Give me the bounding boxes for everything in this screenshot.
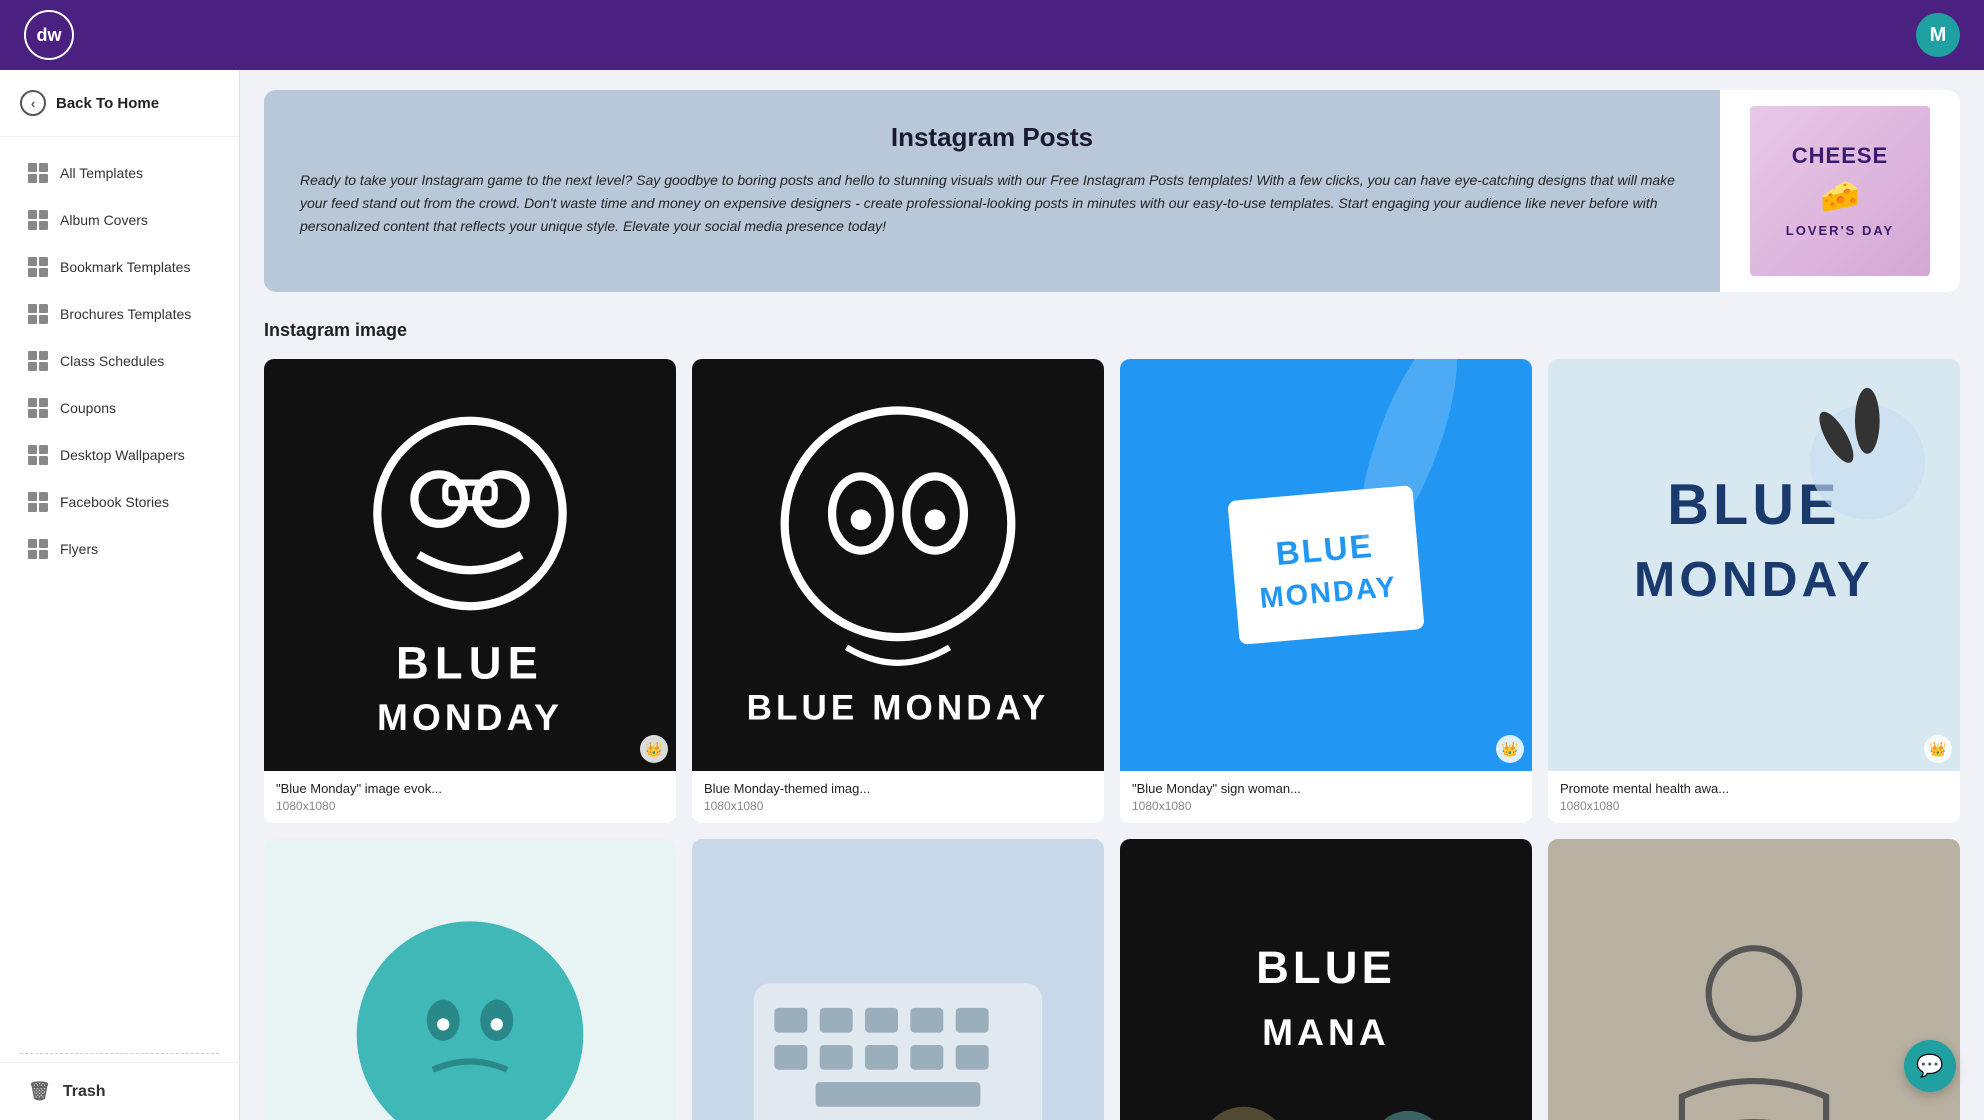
crown-badge: 👑: [1924, 735, 1952, 763]
chat-button[interactable]: 💬: [1904, 1040, 1956, 1092]
sidebar-item-bookmark-templates[interactable]: Bookmark Templates: [8, 244, 231, 290]
template-info: Blue Monday-themed imag... 1080x1080: [692, 771, 1104, 823]
svg-text:MONDAY: MONDAY: [1634, 552, 1874, 607]
grid-icon: [28, 539, 48, 559]
app-logo[interactable]: dw: [24, 10, 74, 60]
template-info: "Blue Monday" image evok... 1080x1080: [264, 771, 676, 823]
sidebar-item-label: Desktop Wallpapers: [60, 447, 185, 463]
logo-text: dw: [37, 25, 62, 46]
template-card-bm8[interactable]: COMMUNITY MANAGER Community Manager... 1…: [1548, 839, 1960, 1120]
sidebar-item-label: All Templates: [60, 165, 143, 181]
template-thumbnail: BLUE MONDAY 👑: [264, 359, 676, 771]
template-card-bm1[interactable]: BLUE MONDAY 👑 "Blue Monday" image evok..…: [264, 359, 676, 823]
section-title: Instagram image: [264, 320, 1960, 341]
back-label: Back To Home: [56, 95, 159, 112]
sidebar-item-album-covers[interactable]: Album Covers: [8, 197, 231, 243]
avatar-letter: M: [1930, 24, 1947, 47]
back-arrow-icon: ‹: [20, 90, 46, 116]
grid-icon: [28, 492, 48, 512]
preview-grater-icon: 🧀: [1820, 177, 1860, 215]
grid-icon: [28, 398, 48, 418]
hero-title: Instagram Posts: [300, 122, 1684, 153]
template-thumbnail: COMMUNITY MANAGER: [1548, 839, 1960, 1120]
trash-button[interactable]: 🗑 Trash: [0, 1062, 239, 1120]
grid-icon: [28, 445, 48, 465]
grid-icon: [28, 351, 48, 371]
template-card-bm2[interactable]: BLUE MONDAY Blue Monday-themed imag... 1…: [692, 359, 1104, 823]
chat-icon: 💬: [1916, 1053, 1943, 1079]
template-name: "Blue Monday" image evok...: [276, 781, 664, 796]
sidebar-item-label: Flyers: [60, 541, 98, 557]
template-card-bm6[interactable]: Blue Monday keyboard... 1080x1080: [692, 839, 1104, 1120]
template-info: Promote mental health awa... 1080x1080: [1548, 771, 1960, 823]
template-size: 1080x1080: [704, 799, 1092, 813]
crown-badge: 👑: [640, 735, 668, 763]
template-thumbnail: BLUE MONDAY: [692, 359, 1104, 771]
grid-icon: [28, 210, 48, 230]
template-card-bm3[interactable]: BLUE MONDAY 👑 "Blue Monday" sign woman..…: [1120, 359, 1532, 823]
sidebar-item-desktop-wallpapers[interactable]: Desktop Wallpapers: [8, 432, 231, 478]
hero-text-area: Instagram Posts Ready to take your Insta…: [264, 90, 1720, 292]
sidebar-item-label: Facebook Stories: [60, 494, 169, 510]
sidebar-item-brochures-templates[interactable]: Brochures Templates: [8, 291, 231, 337]
template-size: 1080x1080: [1560, 799, 1948, 813]
hero-preview-card: CHEESE 🧀 LOVER'S DAY: [1750, 106, 1930, 276]
hero-preview: CHEESE 🧀 LOVER'S DAY: [1720, 90, 1960, 292]
template-thumbnail: [692, 839, 1104, 1120]
svg-text:BLUE: BLUE: [1256, 942, 1396, 993]
sidebar-divider: [20, 1053, 219, 1054]
template-thumbnail: BLUE MONDAY 👑: [1548, 359, 1960, 771]
sidebar-item-coupons[interactable]: Coupons: [8, 385, 231, 431]
template-thumbnail: BLUE MANA: [1120, 839, 1532, 1120]
template-name: Blue Monday-themed imag...: [704, 781, 1092, 796]
grid-icon: [28, 257, 48, 277]
sidebar-item-label: Brochures Templates: [60, 306, 191, 322]
back-to-home-button[interactable]: ‹ Back To Home: [0, 70, 239, 137]
template-size: 1080x1080: [1132, 799, 1520, 813]
trash-label: Trash: [63, 1083, 106, 1101]
preview-subtitle: LOVER'S DAY: [1786, 223, 1894, 238]
sidebar-item-all-templates[interactable]: All Templates: [8, 150, 231, 196]
grid-icon: [28, 163, 48, 183]
sidebar-item-flyers[interactable]: Flyers: [8, 526, 231, 572]
sidebar-item-label: Coupons: [60, 400, 116, 416]
main-content: Instagram Posts Ready to take your Insta…: [240, 70, 1984, 1120]
sidebar-item-label: Bookmark Templates: [60, 259, 190, 275]
preview-title: CHEESE: [1792, 144, 1888, 168]
template-name: "Blue Monday" sign woman...: [1132, 781, 1520, 796]
template-card-bm4[interactable]: BLUE MONDAY 👑 Promote mental health awa.…: [1548, 359, 1960, 823]
template-card-bm5[interactable]: BLUE Blue Monday sad face... 1080x1080: [264, 839, 676, 1120]
sidebar-item-label: Album Covers: [60, 212, 148, 228]
template-name: Promote mental health awa...: [1560, 781, 1948, 796]
template-grid: BLUE MONDAY 👑 "Blue Monday" image evok..…: [264, 359, 1960, 1120]
template-thumbnail: BLUE MONDAY 👑: [1120, 359, 1532, 771]
grid-icon: [28, 304, 48, 324]
sidebar-item-label: Class Schedules: [60, 353, 164, 369]
sidebar: ‹ Back To Home All Templates Album Cover…: [0, 70, 240, 1120]
app-header: dw M: [0, 0, 1984, 70]
hero-banner: Instagram Posts Ready to take your Insta…: [264, 90, 1960, 292]
main-layout: ‹ Back To Home All Templates Album Cover…: [0, 70, 1984, 1120]
template-card-bm7[interactable]: BLUE MANA Blue Monday dark... 1080x1080: [1120, 839, 1532, 1120]
template-thumbnail: BLUE: [264, 839, 676, 1120]
hero-description: Ready to take your Instagram game to the…: [300, 169, 1684, 238]
sidebar-nav: All Templates Album Covers Bookmark Temp…: [0, 137, 239, 1045]
trash-icon: 🗑: [28, 1081, 51, 1102]
crown-badge: 👑: [1496, 735, 1524, 763]
svg-text:MANA: MANA: [1262, 1011, 1390, 1053]
user-avatar[interactable]: M: [1916, 13, 1960, 57]
svg-text:BLUE: BLUE: [396, 637, 544, 688]
svg-text:BLUE MONDAY: BLUE MONDAY: [747, 689, 1050, 728]
template-size: 1080x1080: [276, 799, 664, 813]
sidebar-item-facebook-stories[interactable]: Facebook Stories: [8, 479, 231, 525]
svg-text:MONDAY: MONDAY: [377, 696, 563, 738]
sidebar-item-class-schedules[interactable]: Class Schedules: [8, 338, 231, 384]
template-info: "Blue Monday" sign woman... 1080x1080: [1120, 771, 1532, 823]
